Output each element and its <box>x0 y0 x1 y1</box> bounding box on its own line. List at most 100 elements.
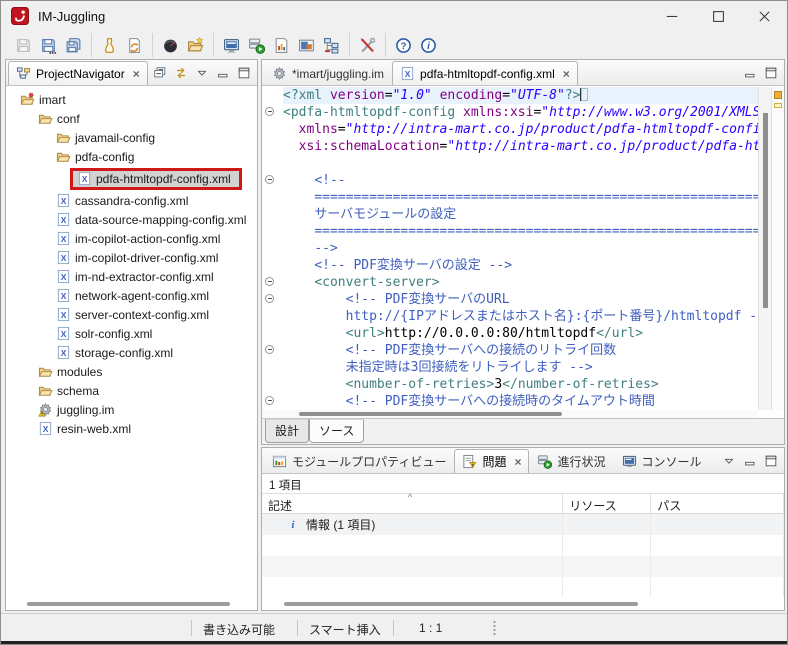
view-tab[interactable]: 進行状況 <box>529 449 613 473</box>
collapse-all-button[interactable] <box>150 63 170 83</box>
code-line[interactable]: <!-- <box>262 172 758 189</box>
scrollbar-thumb[interactable] <box>763 113 768 308</box>
close-icon[interactable]: × <box>514 455 521 469</box>
view-menu-button[interactable] <box>719 451 739 471</box>
code-line[interactable]: <!-- PDF変換サーバへの接続時のタイムアウト時間 <box>262 393 758 410</box>
fold-collapse-icon[interactable] <box>265 396 274 405</box>
close-button[interactable] <box>741 1 787 31</box>
tree-item-im-copilot-action-config.xml[interactable]: Xim-copilot-action-config.xml <box>6 229 256 248</box>
save-as-button[interactable] <box>36 33 61 57</box>
close-icon[interactable]: × <box>563 67 570 81</box>
code-line[interactable]: <pdfa-htmltopdf-config xmlns:xsi="http:/… <box>262 104 758 121</box>
fold-collapse-icon[interactable] <box>265 277 274 286</box>
annotation-marker[interactable] <box>774 103 782 108</box>
view-tab[interactable]: コンソール <box>614 449 710 473</box>
scrollbar-thumb[interactable] <box>27 602 230 606</box>
tab-project-navigator[interactable]: ProjectNavigator × <box>8 61 148 85</box>
tree-item-javamail-config[interactable]: javamail-config <box>6 128 256 147</box>
tree-item-pdfa-htmltopdf-config.xml[interactable]: Xpdfa-htmltopdf-config.xml <box>6 166 256 191</box>
page-tab[interactable]: 設計 <box>265 419 309 443</box>
open-folder-new-button[interactable] <box>183 33 208 57</box>
code-line[interactable]: <!-- PDF変換サーバのURL <box>262 291 758 308</box>
fold-collapse-icon[interactable] <box>265 345 274 354</box>
fold-collapse-icon[interactable] <box>265 175 274 184</box>
project-tree[interactable]: imartconfjavamail-configpdfa-configXpdfa… <box>6 87 256 597</box>
table-row[interactable]: i情報 (1 項目) <box>262 514 784 535</box>
tree-item-conf[interactable]: conf <box>6 109 256 128</box>
maximize-view-button[interactable] <box>761 451 781 471</box>
maximize-view-button[interactable] <box>234 63 254 83</box>
maximize-view-button[interactable] <box>761 63 781 83</box>
editor-tab[interactable]: *imart/juggling.im <box>264 61 392 85</box>
tree-item-im-nd-extractor-config.xml[interactable]: Xim-nd-extractor-config.xml <box>6 267 256 286</box>
vertical-scrollbar[interactable] <box>758 87 771 410</box>
horizontal-scrollbar[interactable] <box>6 599 257 608</box>
code-line[interactable]: ========================================… <box>262 189 758 206</box>
horizontal-scrollbar[interactable] <box>262 599 784 608</box>
minimize-view-button[interactable] <box>740 63 760 83</box>
xml-source-editor[interactable]: <?xml version="1.0" encoding="UTF-8"?><p… <box>262 87 758 410</box>
tree-item-juggling.im[interactable]: juggling.im <box>6 400 256 419</box>
editor-tab[interactable]: Xpdfa-htmltopdf-config.xml× <box>392 61 578 85</box>
code-line[interactable] <box>262 155 758 172</box>
code-line[interactable]: http://{IPアドレスまたはホスト名}:{ポート番号}/htmltopdf… <box>262 308 758 325</box>
view-menu-button[interactable] <box>192 63 212 83</box>
minimize-button[interactable] <box>649 1 695 31</box>
save-all-button[interactable] <box>61 33 86 57</box>
tree-item-pdfa-config[interactable]: pdfa-config <box>6 147 256 166</box>
juggling-pin-button[interactable] <box>97 33 122 57</box>
code-line[interactable]: <convert-server> <box>262 274 758 291</box>
gauge-ball-button[interactable] <box>158 33 183 57</box>
info-button[interactable]: i <box>416 33 441 57</box>
tree-item-cassandra-config.xml[interactable]: Xcassandra-config.xml <box>6 191 256 210</box>
fold-collapse-icon[interactable] <box>265 107 274 116</box>
code-line[interactable]: ========================================… <box>262 223 758 240</box>
code-line[interactable]: <!-- PDF変換サーバへの接続のリトライ回数 <box>262 342 758 359</box>
tree-item-data-source-mapping-config.xml[interactable]: Xdata-source-mapping-config.xml <box>6 210 256 229</box>
scrollbar-thumb[interactable] <box>284 602 638 606</box>
tree-item-im-copilot-driver-config.xml[interactable]: Xim-copilot-driver-config.xml <box>6 248 256 267</box>
table-header[interactable]: 記述リソースパス^ <box>262 493 784 514</box>
close-icon[interactable]: × <box>133 67 140 81</box>
tree-minus-button[interactable] <box>319 33 344 57</box>
code-line[interactable]: xsi:schemaLocation="http://intra-mart.co… <box>262 138 758 155</box>
tree-item-schema[interactable]: schema <box>6 381 256 400</box>
maximize-button[interactable] <box>695 1 741 31</box>
minimize-view-button[interactable] <box>213 63 233 83</box>
code-line[interactable]: <number-of-retries>3</number-of-retries> <box>262 376 758 393</box>
annotation-marker[interactable] <box>774 91 782 99</box>
column-header-3[interactable]: パス <box>651 494 784 513</box>
code-line[interactable]: サーバモジュールの設定 <box>262 206 758 223</box>
tree-item-solr-config.xml[interactable]: Xsolr-config.xml <box>6 324 256 343</box>
minimize-view-button[interactable] <box>740 451 760 471</box>
monitor-button[interactable] <box>219 33 244 57</box>
help-button[interactable]: ? <box>391 33 416 57</box>
code-line[interactable]: --> <box>262 240 758 257</box>
page-tab[interactable]: ソース <box>309 419 364 443</box>
status-drag-handle[interactable] <box>493 620 496 636</box>
tree-item-resin-web.xml[interactable]: Xresin-web.xml <box>6 419 256 438</box>
scrollbar-thumb[interactable] <box>299 412 562 416</box>
tree-item-network-agent-config.xml[interactable]: Xnetwork-agent-config.xml <box>6 286 256 305</box>
fold-collapse-icon[interactable] <box>265 294 274 303</box>
tree-item-storage-config.xml[interactable]: Xstorage-config.xml <box>6 343 256 362</box>
tree-item-modules[interactable]: modules <box>6 362 256 381</box>
code-line[interactable]: <url>http://0.0.0.0:80/htmltopdf</url> <box>262 325 758 342</box>
tree-item-imart[interactable]: imart <box>6 90 256 109</box>
view-tab[interactable]: モジュールプロパティビュー <box>264 449 454 473</box>
report-button[interactable] <box>269 33 294 57</box>
file-refresh-button[interactable] <box>122 33 147 57</box>
tree-item-server-context-config.xml[interactable]: Xserver-context-config.xml <box>6 305 256 324</box>
save-button[interactable] <box>11 33 36 57</box>
image-button[interactable] <box>294 33 319 57</box>
code-line[interactable]: 未指定時は3回接続をリトライします --> <box>262 359 758 376</box>
code-line[interactable]: <?xml version="1.0" encoding="UTF-8"?> <box>262 87 758 104</box>
code-line[interactable]: <!-- PDF変換サーバの設定 --> <box>262 257 758 274</box>
tools-button[interactable] <box>355 33 380 57</box>
overview-ruler[interactable] <box>771 87 784 410</box>
code-line[interactable]: xmlns="http://intra-mart.co.jp/product/p… <box>262 121 758 138</box>
horizontal-scrollbar[interactable] <box>262 410 758 418</box>
column-header-1[interactable]: 記述 <box>262 494 563 513</box>
server-start-button[interactable] <box>244 33 269 57</box>
column-header-2[interactable]: リソース <box>563 494 651 513</box>
